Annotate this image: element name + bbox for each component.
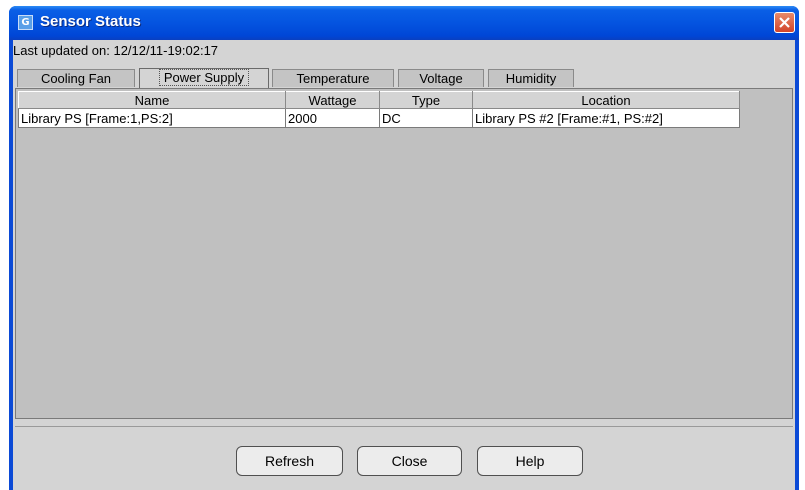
tab-humidity[interactable]: Humidity bbox=[488, 69, 574, 87]
column-header-wattage[interactable]: Wattage bbox=[285, 91, 380, 109]
dialog-content: Last updated on: 12/12/11-19:02:17 Cooli… bbox=[13, 40, 795, 490]
footer-divider bbox=[15, 426, 793, 427]
title-bar[interactable]: G Sensor Status bbox=[9, 6, 799, 40]
column-header-location[interactable]: Location bbox=[472, 91, 740, 109]
close-window-button[interactable] bbox=[774, 12, 795, 33]
last-updated-label: Last updated on: 12/12/11-19:02:17 bbox=[13, 43, 219, 58]
tab-label: Humidity bbox=[505, 71, 557, 86]
app-icon: G bbox=[18, 15, 33, 30]
tab-cooling-fan[interactable]: Cooling Fan bbox=[17, 69, 135, 87]
close-button[interactable]: Close bbox=[357, 446, 462, 476]
table-header-row: Name Wattage Type Location bbox=[18, 91, 740, 109]
window-title: Sensor Status bbox=[40, 13, 141, 30]
power-supply-panel: Name Wattage Type Location Library PS [F… bbox=[15, 88, 793, 419]
cell-wattage: 2000 bbox=[285, 108, 380, 128]
sensor-tabs: Cooling Fan Power Supply Temperature Vol… bbox=[13, 68, 795, 89]
tab-label: Voltage bbox=[419, 71, 463, 86]
cell-type: DC bbox=[379, 108, 473, 128]
sensor-status-window: G Sensor Status Last updated on: 12/12/1… bbox=[9, 6, 799, 490]
tab-power-supply[interactable]: Power Supply bbox=[139, 68, 269, 88]
tab-voltage[interactable]: Voltage bbox=[398, 69, 484, 87]
cell-name: Library PS [Frame:1,PS:2] bbox=[18, 108, 286, 128]
tab-temperature[interactable]: Temperature bbox=[272, 69, 394, 87]
tab-label: Power Supply bbox=[158, 69, 250, 86]
tab-label: Temperature bbox=[296, 71, 370, 86]
cell-location: Library PS #2 [Frame:#1, PS:#2] bbox=[472, 108, 740, 128]
column-header-type[interactable]: Type bbox=[379, 91, 473, 109]
column-header-name[interactable]: Name bbox=[18, 91, 286, 109]
close-icon bbox=[779, 17, 790, 28]
power-supply-table: Name Wattage Type Location Library PS [F… bbox=[18, 91, 740, 128]
help-button[interactable]: Help bbox=[477, 446, 583, 476]
refresh-button[interactable]: Refresh bbox=[236, 446, 343, 476]
table-row[interactable]: Library PS [Frame:1,PS:2] 2000 DC Librar… bbox=[18, 108, 740, 128]
tab-label: Cooling Fan bbox=[40, 71, 112, 86]
